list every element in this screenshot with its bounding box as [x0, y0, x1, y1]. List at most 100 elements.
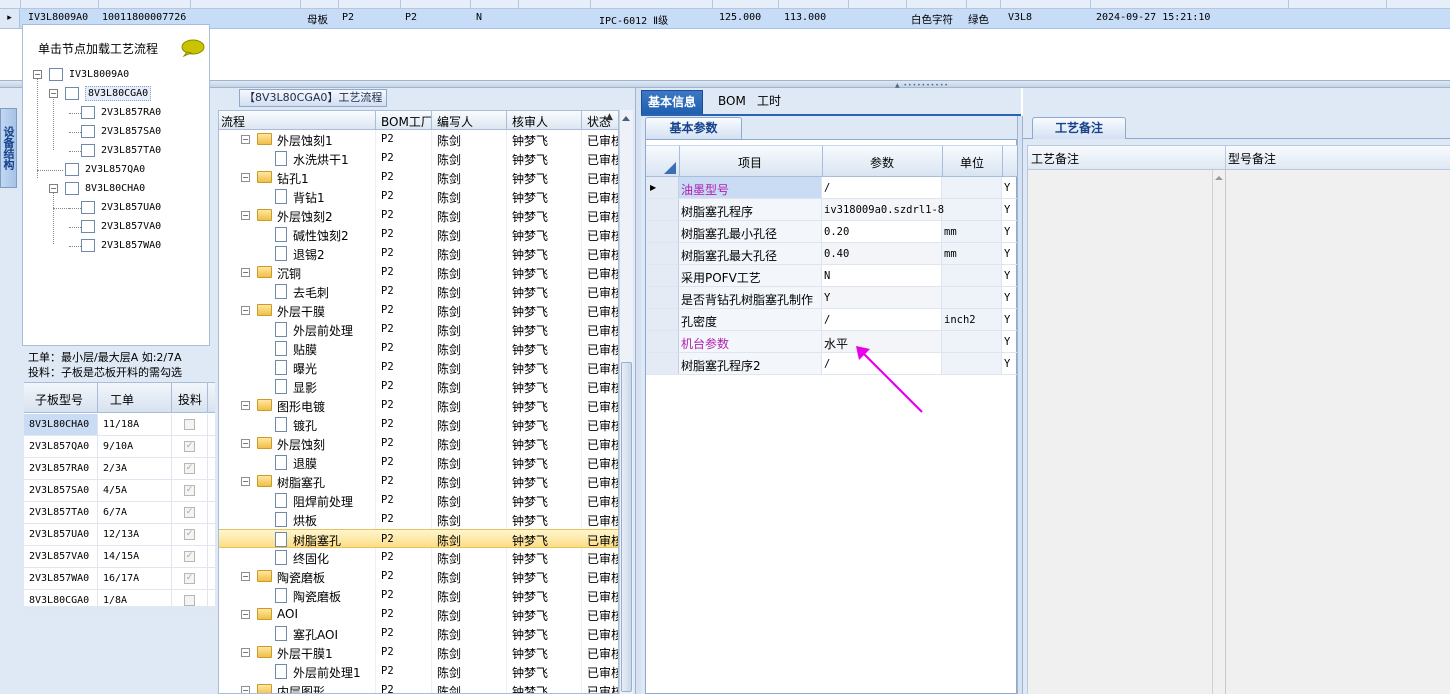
tab-basic-info[interactable]: 基本信息: [641, 90, 704, 114]
feed-checkbox[interactable]: ✓: [184, 529, 195, 540]
process-row[interactable]: − 内层图形 P2 陈剑 钟梦飞 已审核: [219, 681, 618, 693]
tab-process-remarks[interactable]: 工艺备注: [1032, 117, 1126, 139]
scroll-up-icon[interactable]: [622, 116, 630, 121]
col-header-reviewer[interactable]: 核审人: [512, 113, 548, 130]
process-row[interactable]: 退膜 P2 陈剑 钟梦飞 已审核: [219, 453, 618, 472]
horizontal-splitter[interactable]: ▲ ••••••••••: [0, 80, 1450, 89]
scroll-up-icon[interactable]: [1215, 176, 1223, 180]
process-row[interactable]: 外层前处理 P2 陈剑 钟梦飞 已审核: [219, 320, 618, 339]
process-row[interactable]: 背钻1 P2 陈剑 钟梦飞 已审核: [219, 187, 618, 206]
col-header-feed[interactable]: 投料: [178, 391, 202, 408]
param-value[interactable]: /: [824, 314, 830, 326]
process-row[interactable]: − 外层蚀刻1 P2 陈剑 钟梦飞 已审核: [219, 130, 618, 149]
process-row[interactable]: − 外层干膜 P2 陈剑 钟梦飞 已审核: [219, 301, 618, 320]
param-value[interactable]: /: [824, 358, 830, 370]
table-row[interactable]: 2V3L857QA0 9/10A ✓: [24, 436, 215, 458]
tree-collapse-icon[interactable]: −: [241, 173, 250, 182]
process-row[interactable]: 阻焊前处理 P2 陈剑 钟梦飞 已审核: [219, 491, 618, 510]
feed-checkbox[interactable]: ✓: [184, 485, 195, 496]
process-row[interactable]: − 沉铜 P2 陈剑 钟梦飞 已审核: [219, 263, 618, 282]
col-header-item[interactable]: 项目: [738, 154, 762, 171]
process-row[interactable]: 树脂塞孔 P2 陈剑 钟梦飞 已审核: [219, 529, 618, 548]
process-row[interactable]: − AOI P2 陈剑 钟梦飞 已审核: [219, 605, 618, 624]
process-row[interactable]: 显影 P2 陈剑 钟梦飞 已审核: [219, 377, 618, 396]
param-value[interactable]: 0.20: [824, 226, 849, 238]
tree-collapse-icon[interactable]: −: [241, 268, 250, 277]
param-row[interactable]: 树脂塞孔最小孔径 0.20 mm Y: [646, 221, 1018, 243]
process-row[interactable]: 终固化 P2 陈剑 钟梦飞 已审核: [219, 548, 618, 567]
process-row[interactable]: 镀孔 P2 陈剑 钟梦飞 已审核: [219, 415, 618, 434]
tree-collapse-icon[interactable]: −: [241, 401, 250, 410]
param-row[interactable]: 树脂塞孔程序2 / Y: [646, 353, 1018, 375]
tree-collapse-icon[interactable]: −: [241, 439, 250, 448]
table-row[interactable]: 8V3L80CHA0 11/18A: [24, 414, 215, 436]
process-row[interactable]: 去毛刺 P2 陈剑 钟梦飞 已审核: [219, 282, 618, 301]
process-row[interactable]: 陶瓷磨板 P2 陈剑 钟梦飞 已审核: [219, 586, 618, 605]
tab-basic-params[interactable]: 基本参数: [645, 117, 742, 139]
main-grid-row[interactable]: ▸ IV3L8009A0 10011800007726 母板 P2 P2 N I…: [0, 9, 1450, 29]
tree-collapse-icon[interactable]: −: [241, 610, 250, 619]
table-row[interactable]: 2V3L857RA0 2/3A ✓: [24, 458, 215, 480]
table-row[interactable]: 2V3L857TA0 6/7A ✓: [24, 502, 215, 524]
table-row[interactable]: 2V3L857VA0 14/15A ✓: [24, 546, 215, 568]
scrollbar-thumb[interactable]: [621, 362, 632, 692]
param-row[interactable]: 采用POFV工艺 N Y: [646, 265, 1018, 287]
process-row[interactable]: − 外层干膜1 P2 陈剑 钟梦飞 已审核: [219, 643, 618, 662]
col-header-bom-plant[interactable]: BOM工厂: [381, 113, 433, 130]
feed-checkbox[interactable]: [184, 595, 195, 606]
process-row[interactable]: 贴膜 P2 陈剑 钟梦飞 已审核: [219, 339, 618, 358]
feed-checkbox[interactable]: ✓: [184, 573, 195, 584]
tree-collapse-icon[interactable]: −: [241, 135, 250, 144]
tab-work-hours[interactable]: 工时: [751, 90, 787, 114]
process-row[interactable]: − 外层蚀刻 P2 陈剑 钟梦飞 已审核: [219, 434, 618, 453]
table-row[interactable]: 8V3L80CGA0 1/8A: [24, 590, 215, 612]
feed-checkbox[interactable]: ✓: [184, 441, 195, 452]
process-remark-scrollbar[interactable]: [1212, 170, 1226, 694]
col-header-model[interactable]: 子板型号: [35, 391, 83, 408]
model-remark-textarea[interactable]: [1226, 170, 1450, 694]
table-row[interactable]: 2V3L857SA0 4/5A ✓: [24, 480, 215, 502]
process-row[interactable]: 曝光 P2 陈剑 钟梦飞 已审核: [219, 358, 618, 377]
col-header-unit[interactable]: 单位: [960, 154, 984, 171]
param-value[interactable]: 0.40: [824, 248, 849, 260]
col-header-flow[interactable]: 流程: [221, 113, 245, 130]
param-row[interactable]: 孔密度 / inch2 Y: [646, 309, 1018, 331]
process-row[interactable]: − 陶瓷磨板 P2 陈剑 钟梦飞 已审核: [219, 567, 618, 586]
tree-collapse-icon[interactable]: −: [241, 306, 250, 315]
param-row[interactable]: 是否背钻孔树脂塞孔制作 Y Y: [646, 287, 1018, 309]
process-row[interactable]: 碱性蚀刻2 P2 陈剑 钟梦飞 已审核: [219, 225, 618, 244]
tree-collapse-icon[interactable]: −: [49, 89, 58, 98]
process-row[interactable]: − 外层蚀刻2 P2 陈剑 钟梦飞 已审核: [219, 206, 618, 225]
process-row[interactable]: − 图形电镀 P2 陈剑 钟梦飞 已审核: [219, 396, 618, 415]
tree-collapse-icon[interactable]: −: [241, 572, 250, 581]
param-row[interactable]: 机台参数 水平 Y: [646, 331, 1018, 353]
feed-checkbox[interactable]: ✓: [184, 463, 195, 474]
col-header-param[interactable]: 参数: [870, 154, 894, 171]
process-row[interactable]: 烘板 P2 陈剑 钟梦飞 已审核: [219, 510, 618, 529]
param-row[interactable]: ▶ 油墨型号 / Y: [646, 177, 1018, 199]
process-remark-textarea[interactable]: [1028, 170, 1214, 694]
param-value[interactable]: N: [824, 270, 830, 282]
tree-collapse-icon[interactable]: −: [241, 477, 250, 486]
param-value[interactable]: iv318009a0.szdrl1-8: [824, 204, 944, 216]
feed-checkbox[interactable]: ✓: [184, 551, 195, 562]
param-value[interactable]: Y: [824, 292, 830, 304]
tree-collapse-icon[interactable]: −: [241, 211, 250, 220]
table-row[interactable]: 2V3L857UA0 12/13A ✓: [24, 524, 215, 546]
tab-bom[interactable]: BOM: [712, 90, 752, 114]
param-value[interactable]: /: [824, 182, 830, 194]
structure-vertical-tab[interactable]: 设备结构: [0, 108, 17, 188]
process-row[interactable]: 外层前处理1 P2 陈剑 钟梦飞 已审核: [219, 662, 618, 681]
tree-collapse-icon[interactable]: −: [33, 70, 42, 79]
tree-collapse-icon[interactable]: −: [241, 648, 250, 657]
tree-collapse-icon[interactable]: −: [49, 184, 58, 193]
process-row[interactable]: 水洗烘干1 P2 陈剑 钟梦飞 已审核: [219, 149, 618, 168]
param-value[interactable]: 水平: [824, 335, 848, 352]
feed-checkbox[interactable]: ✓: [184, 507, 195, 518]
tree-collapse-icon[interactable]: −: [241, 686, 250, 693]
process-row[interactable]: 退锡2 P2 陈剑 钟梦飞 已审核: [219, 244, 618, 263]
process-row[interactable]: − 树脂塞孔 P2 陈剑 钟梦飞 已审核: [219, 472, 618, 491]
param-row[interactable]: 树脂塞孔程序 iv318009a0.szdrl1-8 Y: [646, 199, 1018, 221]
feed-checkbox[interactable]: [184, 419, 195, 430]
table-row[interactable]: 2V3L857WA0 16/17A ✓: [24, 568, 215, 590]
